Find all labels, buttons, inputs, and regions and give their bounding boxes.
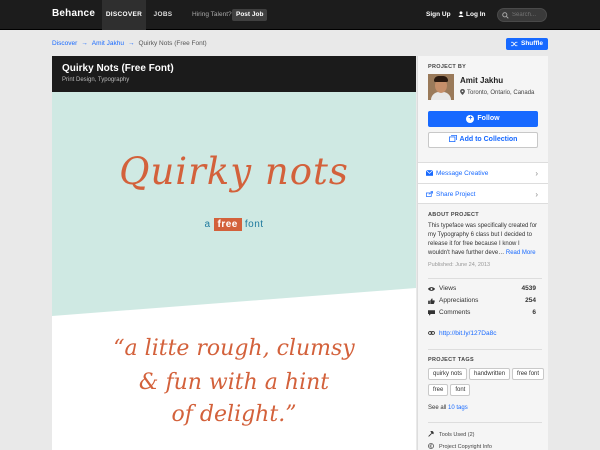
artwork-subline: a free font xyxy=(52,218,416,231)
breadcrumb-arrow-icon: → xyxy=(127,40,135,47)
message-creative-label: Message Creative xyxy=(436,170,489,177)
see-all-prefix: See all xyxy=(428,405,447,411)
copyright-label: Project Copyright Info xyxy=(439,444,492,450)
log-in-label: Log In xyxy=(466,11,486,18)
breadcrumb-arrow-icon: → xyxy=(81,40,88,47)
tag-item[interactable]: quirky nots xyxy=(428,368,468,380)
teal-background-shape xyxy=(52,92,416,316)
stat-comments-label: Comments xyxy=(439,309,471,316)
eye-icon xyxy=(428,287,435,291)
location-pin-icon xyxy=(460,89,465,95)
stat-views-value: 4539 xyxy=(521,285,536,292)
avatar[interactable] xyxy=(428,74,454,100)
divider xyxy=(428,278,542,279)
project-tags: quirky nots handwritten free font free font xyxy=(428,368,548,400)
stat-views: Views 4539 xyxy=(428,285,538,295)
project-copyright-info[interactable]: Project Copyright Info xyxy=(428,443,492,450)
add-to-collection-label: Add to Collection xyxy=(459,136,518,143)
collection-icon xyxy=(448,135,457,142)
breadcrumb-current: Quirky Nots (Free Font) xyxy=(138,40,207,47)
stat-comments-value: 6 xyxy=(532,309,536,316)
published-date: Published: June 24, 2013 xyxy=(428,262,491,268)
artwork-sub-font: font xyxy=(244,219,264,230)
plus-circle-icon: + xyxy=(466,115,475,123)
artwork-free-badge: free xyxy=(213,218,242,231)
thumbs-up-icon xyxy=(428,298,435,304)
artwork-quote-line-1: “a litte rough, clumsy xyxy=(113,336,355,361)
divider xyxy=(428,422,542,423)
behance-logo[interactable]: Behance xyxy=(52,8,95,19)
follow-button[interactable]: + Follow xyxy=(428,111,538,127)
hiring-talent-text: Hiring Talent? xyxy=(192,11,232,18)
shuffle-button[interactable]: Shuffle xyxy=(506,38,548,50)
owner-location: Toronto, Ontario, Canada xyxy=(460,89,534,96)
project-by-label: PROJECT BY xyxy=(428,64,467,70)
post-job-button[interactable]: Post Job xyxy=(232,9,268,21)
tag-item[interactable]: free font xyxy=(512,368,545,380)
project-tags-label: PROJECT TAGS xyxy=(428,357,474,363)
copyright-icon xyxy=(428,443,434,449)
share-project-label: Share Project xyxy=(436,191,476,198)
share-project-button[interactable]: Share Project › xyxy=(418,183,548,204)
project-fields: Print Design, Typography xyxy=(62,77,130,83)
envelope-icon xyxy=(426,170,433,176)
stat-appreciations-label: Appreciations xyxy=(439,297,479,304)
search-box[interactable] xyxy=(497,8,547,22)
stat-comments: Comments 6 xyxy=(428,309,538,319)
stat-views-label: Views xyxy=(439,285,457,292)
log-in-link[interactable]: Log In xyxy=(458,11,486,18)
follow-label: Follow xyxy=(477,115,500,122)
nav-tab-jobs[interactable]: JOBS xyxy=(148,0,178,30)
breadcrumb-discover[interactable]: Discover xyxy=(52,40,77,47)
tools-icon xyxy=(428,431,434,437)
divider xyxy=(428,349,542,350)
project-sidebar: PROJECT BY Amit Jakhu Toronto, Ontario, … xyxy=(417,56,548,450)
breadcrumb-owner[interactable]: Amit Jakhu xyxy=(92,40,124,47)
search-icon xyxy=(502,12,509,19)
user-icon xyxy=(458,11,464,17)
artwork-quote-line-3: of delight.” xyxy=(171,402,297,427)
nav-tab-discover[interactable]: DISCOVER xyxy=(102,0,146,30)
breadcrumb: Discover → Amit Jakhu → Quirky Nots (Free Fo… xyxy=(52,40,207,47)
owner-location-text: Toronto, Ontario, Canada xyxy=(467,90,535,96)
chevron-right-icon: › xyxy=(535,169,538,178)
stat-appreciations-value: 254 xyxy=(525,297,536,304)
top-navigation-bar: Behance DISCOVER JOBS Hiring Talent? Pos… xyxy=(0,0,600,30)
tag-item[interactable]: font xyxy=(450,384,471,396)
see-all-tags: See all 10 tags xyxy=(428,405,468,411)
shuffle-label: Shuffle xyxy=(521,40,544,47)
add-to-collection-button[interactable]: Add to Collection xyxy=(428,132,538,148)
artwork-headline: Quirky nots xyxy=(119,150,349,193)
search-input[interactable] xyxy=(512,11,546,19)
message-creative-button[interactable]: Message Creative › xyxy=(418,162,548,183)
link-icon xyxy=(428,331,435,335)
project-title: Quirky Nots (Free Font) xyxy=(62,63,174,74)
about-project-text: This typeface was specifically created f… xyxy=(428,222,542,258)
project-artwork: Quirky nots a free font “a litte rough, cl… xyxy=(52,92,416,450)
artwork-quote-line-2: & fun with a hint xyxy=(138,370,330,395)
read-more-link[interactable]: Read More xyxy=(506,250,536,256)
tag-item[interactable]: handwritten xyxy=(469,368,511,380)
comment-icon xyxy=(428,310,435,316)
owner-name[interactable]: Amit Jakhu xyxy=(460,76,503,85)
shuffle-icon xyxy=(511,41,518,47)
project-header: Quirky Nots (Free Font) Print Design, Ty… xyxy=(52,56,416,92)
see-all-tags-link[interactable]: 10 tags xyxy=(448,405,468,411)
short-link-text: http://bit.ly/127Da8c xyxy=(439,330,497,337)
tools-used-label: Tools Used (2) xyxy=(439,432,475,438)
about-project-label: ABOUT PROJECT xyxy=(428,212,479,218)
tag-item[interactable]: free xyxy=(428,384,449,396)
artwork-sub-a: a xyxy=(204,219,211,230)
stat-appreciations: Appreciations 254 xyxy=(428,297,538,307)
sign-up-link[interactable]: Sign Up xyxy=(426,11,451,18)
share-icon xyxy=(426,191,433,197)
short-link[interactable]: http://bit.ly/127Da8c xyxy=(428,330,496,337)
chevron-right-icon: › xyxy=(535,190,538,199)
tools-used[interactable]: Tools Used (2) xyxy=(428,431,474,438)
